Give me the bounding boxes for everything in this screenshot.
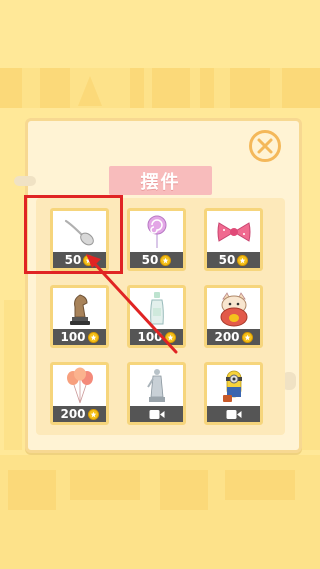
price-bar: 200: [207, 329, 260, 345]
video-camera-icon: [149, 409, 165, 420]
price-label: 50: [141, 253, 159, 267]
item-card-lollipop[interactable]: 50: [127, 208, 186, 271]
price-label: 100: [137, 330, 163, 344]
price-bar: 50: [130, 252, 183, 268]
dialog-title: 摆件: [140, 171, 181, 193]
item-card-statue[interactable]: [127, 362, 186, 425]
close-x-icon: [257, 138, 273, 154]
coin-icon: [164, 331, 176, 343]
item-card-lucky-cat[interactable]: 200: [204, 285, 263, 348]
price-label: 200: [60, 407, 86, 421]
statue-icon: [146, 368, 165, 402]
item-card-minion[interactable]: [204, 362, 263, 425]
minion-icon: [222, 370, 242, 402]
price-bar: 100: [130, 329, 183, 345]
price-label: 100: [60, 330, 86, 344]
price-label: 200: [214, 330, 240, 344]
price-bar: [130, 406, 183, 422]
price-bar: [207, 406, 260, 422]
title-banner: 摆件: [109, 166, 212, 195]
coin-icon: [87, 331, 99, 343]
chess-knight-icon: [69, 293, 90, 325]
panel-scuff: [14, 176, 36, 186]
coin-icon: [241, 331, 253, 343]
item-card-bow[interactable]: 50: [204, 208, 263, 271]
close-button[interactable]: [249, 130, 281, 162]
price-bar: 100: [53, 329, 106, 345]
item-card-balloons[interactable]: 200: [50, 362, 109, 425]
coin-icon: [237, 254, 249, 266]
coin-icon: [87, 408, 99, 420]
item-card-chess-knight[interactable]: 100: [50, 285, 109, 348]
lucky-cat-icon: [220, 291, 247, 326]
tutorial-highlight-box: [24, 195, 123, 274]
video-camera-icon: [226, 409, 242, 420]
price-bar: 50: [207, 252, 260, 268]
bow-icon: [217, 221, 250, 242]
item-card-bottle[interactable]: 100: [127, 285, 186, 348]
balloons-icon: [66, 367, 93, 403]
price-label: 50: [218, 253, 236, 267]
price-bar: 200: [53, 406, 106, 422]
lollipop-icon: [147, 215, 166, 248]
bottle-icon: [149, 291, 164, 324]
coin-icon: [160, 254, 172, 266]
